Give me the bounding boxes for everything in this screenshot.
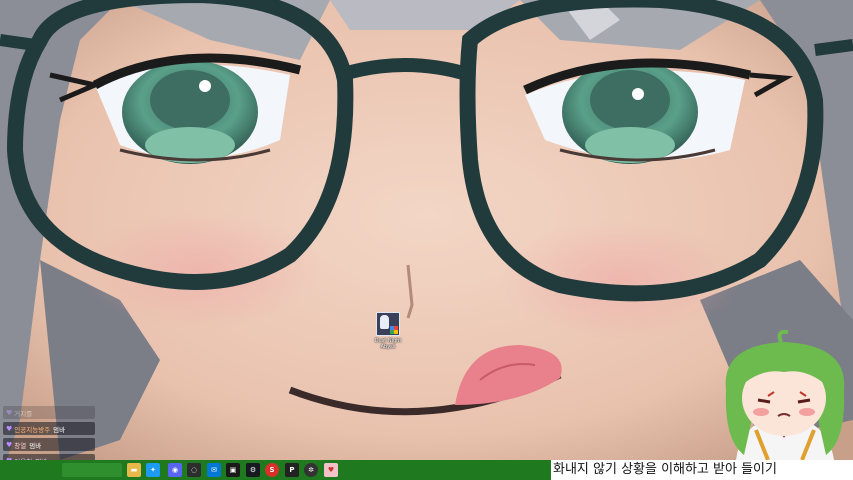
game-shortcut-icon bbox=[376, 312, 400, 336]
steam-icon[interactable]: ⚙ bbox=[246, 463, 260, 477]
chat-nick: 창열 bbox=[14, 441, 27, 450]
mail-icon[interactable]: ✉ bbox=[207, 463, 221, 477]
chat-message: ♥ 창열 멈바 bbox=[3, 438, 95, 451]
discord-icon[interactable]: ◉ bbox=[168, 463, 182, 477]
taskbar-search-box[interactable] bbox=[62, 463, 122, 477]
chat-message: ♥ 인공지능방주 멈바 bbox=[3, 422, 95, 435]
heart-icon: ♥ bbox=[6, 440, 13, 449]
s-app-icon[interactable]: S bbox=[265, 463, 279, 477]
chat-nick: 인공지능방주 bbox=[14, 425, 51, 434]
heart-icon: ♥ bbox=[6, 408, 13, 417]
twitter-icon[interactable]: ✦ bbox=[146, 463, 160, 477]
p-app-icon[interactable]: P bbox=[285, 463, 299, 477]
image-icon[interactable]: ♥ bbox=[324, 463, 338, 477]
chat-text: 멈바 bbox=[53, 425, 66, 434]
desktop-shortcut-game[interactable]: Dust Night Abyss bbox=[369, 312, 407, 350]
heart-icon: ♥ bbox=[6, 424, 13, 433]
settings-icon[interactable]: ✲ bbox=[304, 463, 318, 477]
subtitle-caption: 화내지 않기 상황을 이해하고 받아 들이기 bbox=[551, 460, 853, 480]
folder-icon[interactable]: ▬ bbox=[127, 463, 141, 477]
desktop-shortcut-label: Dust Night Abyss bbox=[374, 338, 402, 350]
chat-message: ♥ 거지를 bbox=[3, 406, 95, 419]
monitor-icon[interactable]: ▣ bbox=[226, 463, 240, 477]
chat-text: 거지를 bbox=[14, 409, 33, 418]
chat-bubble-icon[interactable]: ◌ bbox=[187, 463, 201, 477]
vtuber-avatar bbox=[725, 330, 845, 460]
chat-text: 멈바 bbox=[29, 441, 42, 450]
